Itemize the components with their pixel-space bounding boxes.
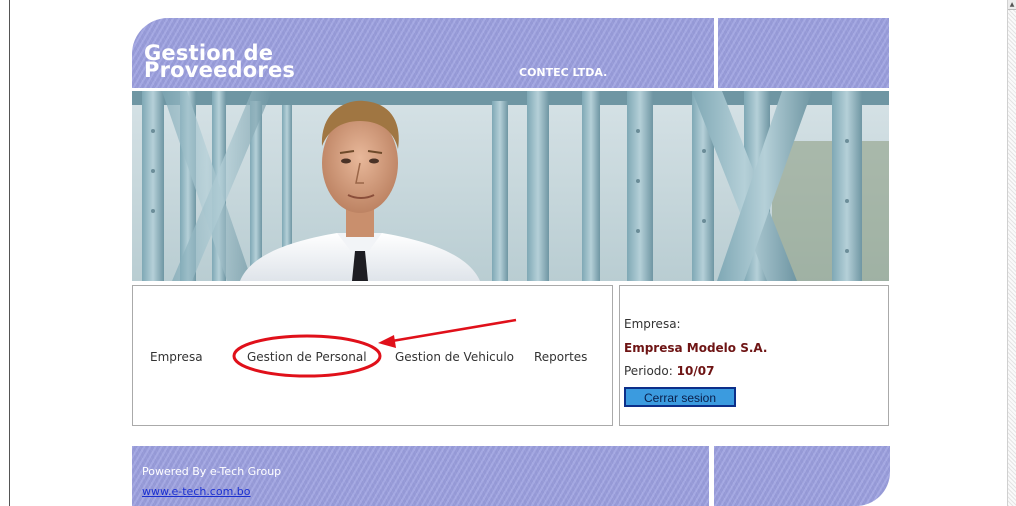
site-title: Gestion de Proveedores [144,43,296,82]
period-row: Periodo: 10/07 [624,364,714,378]
company-label: Empresa: [624,317,681,331]
footer-side-panel [714,446,890,506]
company-value: Empresa Modelo S.A. [624,341,768,355]
nav-item-empresa[interactable]: Empresa [150,350,203,364]
page-left-border [9,0,10,506]
company-name: CONTEC LTDA. [519,66,608,79]
hero-photo [132,91,889,281]
nav-item-gestion-vehiculo[interactable]: Gestion de Vehiculo [395,350,514,364]
period-label: Periodo: [624,364,673,378]
etech-website-link[interactable]: www.e-tech.com.bo [142,485,251,498]
period-value: 10/07 [676,364,715,378]
session-info-panel: Empresa: Empresa Modelo S.A. Periodo: 10… [619,285,889,426]
nav-item-gestion-personal[interactable]: Gestion de Personal [247,350,367,364]
header-side-panel [718,18,889,88]
powered-by-text: Powered By e-Tech Group [142,465,282,478]
header-banner: Gestion de Proveedores CONTEC LTDA. [132,18,714,88]
footer-bar: Powered By e-Tech Group www.e-tech.com.b… [132,446,709,506]
logout-button[interactable]: Cerrar sesion [624,387,736,407]
scroll-up-arrow-icon[interactable]: ▲ [1008,0,1016,10]
main-navigation: Empresa Gestion de Personal Gestion de V… [132,285,613,426]
site-title-line-2: Proveedores [144,58,296,82]
nav-item-reportes[interactable]: Reportes [534,350,587,364]
hero-banner-image [132,91,889,281]
vertical-scrollbar[interactable]: ▲ [1007,0,1016,506]
